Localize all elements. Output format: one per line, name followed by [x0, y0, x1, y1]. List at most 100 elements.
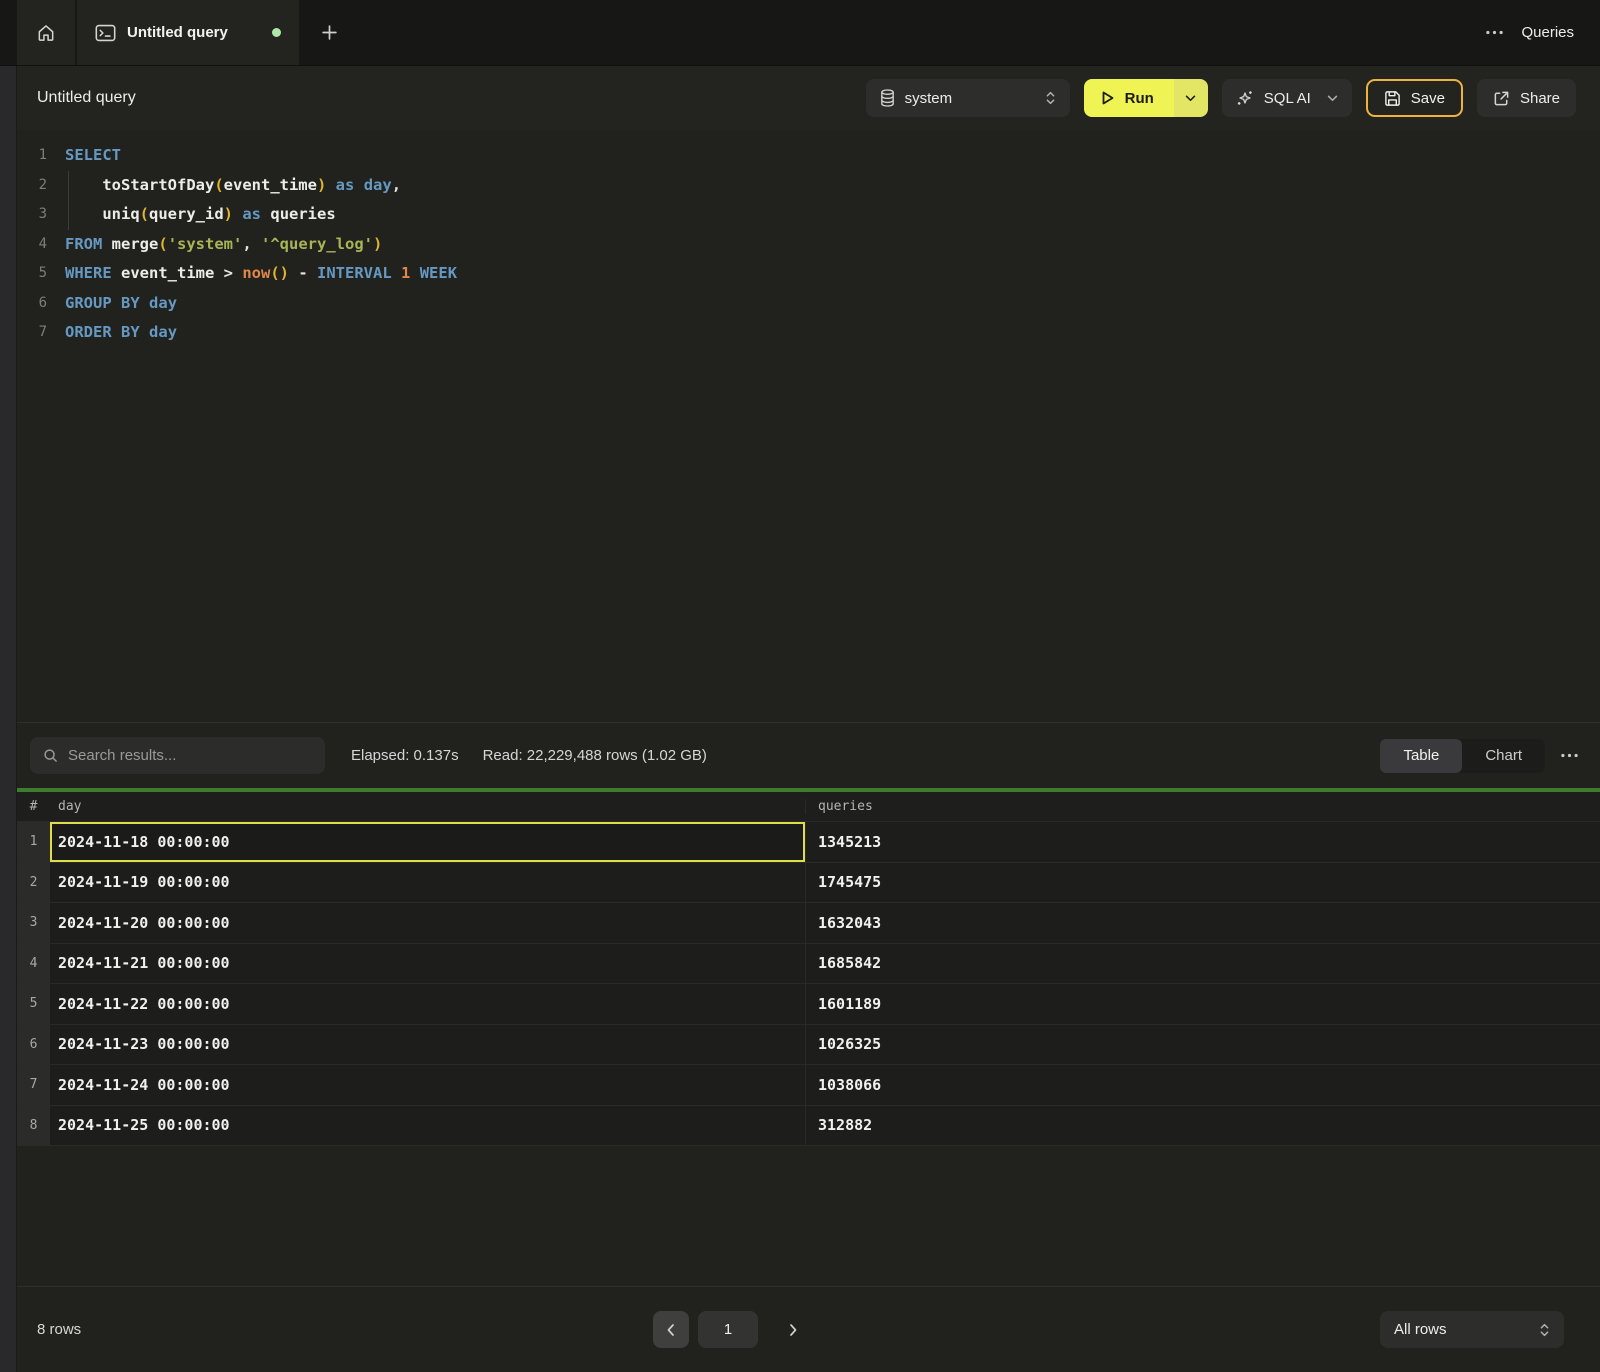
- code-line[interactable]: 3 uniq(query_id) as queries: [17, 200, 1600, 230]
- row-number-cell[interactable]: 7: [17, 1065, 50, 1105]
- ellipsis-icon: [1561, 753, 1578, 758]
- line-number: 5: [17, 259, 47, 289]
- code-line[interactable]: 7ORDER BY day: [17, 318, 1600, 348]
- home-button[interactable]: [17, 0, 75, 65]
- save-button-label: Save: [1411, 90, 1445, 107]
- share-button[interactable]: Share: [1477, 79, 1576, 117]
- code-text: uniq(query_id) as queries: [47, 200, 336, 230]
- day-cell[interactable]: 2024-11-25 00:00:00: [50, 1106, 806, 1146]
- day-cell[interactable]: 2024-11-23 00:00:00: [50, 1025, 806, 1065]
- table-row: 52024-11-22 00:00:001601189: [17, 984, 1600, 1025]
- column-header-queries[interactable]: queries: [806, 799, 1600, 814]
- share-button-label: Share: [1520, 90, 1560, 107]
- results-menu-button[interactable]: [1561, 753, 1578, 758]
- row-number-cell[interactable]: 8: [17, 1106, 50, 1146]
- left-rail: [0, 66, 17, 1372]
- day-cell[interactable]: 2024-11-21 00:00:00: [50, 944, 806, 984]
- results-empty-area: [17, 1146, 1600, 1286]
- home-icon: [36, 23, 56, 43]
- chevron-down-icon: [1185, 95, 1196, 102]
- day-cell[interactable]: 2024-11-19 00:00:00: [50, 863, 806, 903]
- queries-cell[interactable]: 1745475: [806, 863, 1600, 903]
- table-row: 22024-11-19 00:00:001745475: [17, 863, 1600, 904]
- table-row: 42024-11-21 00:00:001685842: [17, 944, 1600, 985]
- code-line[interactable]: 6GROUP BY day: [17, 289, 1600, 319]
- tab-untitled-query[interactable]: Untitled query: [77, 0, 299, 65]
- row-number-cell[interactable]: 2: [17, 863, 50, 903]
- window-menu-button[interactable]: [1486, 30, 1503, 35]
- row-number-header: #: [17, 799, 50, 814]
- code-line[interactable]: 5WHERE event_time > now() - INTERVAL 1 W…: [17, 259, 1600, 289]
- day-cell[interactable]: 2024-11-20 00:00:00: [50, 903, 806, 943]
- page-size-selector[interactable]: All rows: [1380, 1311, 1564, 1348]
- line-number: 1: [17, 141, 47, 171]
- code-line[interactable]: 1SELECT: [17, 141, 1600, 171]
- queries-link[interactable]: Queries: [1521, 24, 1574, 41]
- new-tab-button[interactable]: [299, 0, 359, 65]
- line-number: 4: [17, 230, 47, 260]
- code-text: SELECT: [47, 141, 121, 171]
- save-icon: [1384, 90, 1401, 107]
- code-text: FROM merge('system', '^query_log'): [47, 230, 382, 260]
- tab-bar: Untitled query Queries: [0, 0, 1600, 66]
- code-text: toStartOfDay(event_time) as day,: [47, 171, 401, 201]
- search-results-input[interactable]: [68, 747, 312, 764]
- row-number-cell[interactable]: 3: [17, 903, 50, 943]
- day-cell[interactable]: 2024-11-18 00:00:00: [50, 822, 806, 862]
- queries-cell[interactable]: 1601189: [806, 984, 1600, 1024]
- sql-ai-label: SQL AI: [1264, 90, 1311, 107]
- row-number-cell[interactable]: 4: [17, 944, 50, 984]
- chevron-left-icon: [667, 1324, 675, 1336]
- previous-page-button[interactable]: [653, 1311, 689, 1348]
- results-footer: 8 rows 1: [17, 1286, 1600, 1372]
- database-icon: [880, 89, 895, 107]
- results-table: # day queries 12024-11-18 00:00:00134521…: [17, 792, 1600, 1146]
- queries-cell[interactable]: 1026325: [806, 1025, 1600, 1065]
- day-cell[interactable]: 2024-11-24 00:00:00: [50, 1065, 806, 1105]
- database-selector-value: system: [905, 90, 953, 107]
- database-selector[interactable]: system: [866, 79, 1070, 117]
- sql-console-window: Untitled query Queries: [0, 0, 1600, 1372]
- main-panel: Untitled query system: [17, 66, 1600, 1372]
- view-tab-table[interactable]: Table: [1380, 739, 1462, 773]
- queries-cell[interactable]: 312882: [806, 1106, 1600, 1146]
- view-tab-chart[interactable]: Chart: [1462, 739, 1545, 773]
- search-icon: [43, 748, 58, 763]
- code-text: GROUP BY day: [47, 289, 177, 319]
- sql-editor[interactable]: 1SELECT2 toStartOfDay(event_time) as day…: [17, 130, 1600, 722]
- day-cell[interactable]: 2024-11-22 00:00:00: [50, 984, 806, 1024]
- code-line[interactable]: 4FROM merge('system', '^query_log'): [17, 230, 1600, 260]
- sql-ai-button[interactable]: SQL AI: [1222, 79, 1352, 117]
- table-header-row: # day queries: [17, 792, 1600, 822]
- queries-cell[interactable]: 1345213: [806, 822, 1600, 862]
- table-body: 12024-11-18 00:00:00134521322024-11-19 0…: [17, 822, 1600, 1146]
- plus-icon: [321, 24, 338, 41]
- elapsed-stat: Elapsed: 0.137s: [351, 747, 459, 764]
- search-results-box[interactable]: [30, 737, 325, 774]
- save-button[interactable]: Save: [1366, 79, 1463, 117]
- tab-bar-right: Queries: [1486, 0, 1600, 65]
- code-text: WHERE event_time > now() - INTERVAL 1 WE…: [47, 259, 457, 289]
- run-options-button[interactable]: [1174, 79, 1208, 117]
- run-button-label: Run: [1125, 90, 1154, 107]
- queries-cell[interactable]: 1685842: [806, 944, 1600, 984]
- row-count-label: 8 rows: [37, 1321, 81, 1338]
- line-number: 7: [17, 318, 47, 348]
- ellipsis-icon: [1486, 30, 1503, 35]
- column-header-day[interactable]: day: [50, 799, 806, 814]
- share-external-icon: [1493, 90, 1510, 107]
- view-toggle: Table Chart: [1380, 739, 1545, 773]
- line-number: 2: [17, 171, 47, 201]
- queries-cell[interactable]: 1038066: [806, 1065, 1600, 1105]
- run-button[interactable]: Run: [1084, 79, 1174, 117]
- code-line[interactable]: 2 toStartOfDay(event_time) as day,: [17, 171, 1600, 201]
- chevron-down-icon: [1327, 95, 1338, 102]
- terminal-icon: [95, 24, 116, 42]
- row-number-cell[interactable]: 5: [17, 984, 50, 1024]
- row-number-cell[interactable]: 6: [17, 1025, 50, 1065]
- current-page-button[interactable]: 1: [698, 1311, 758, 1348]
- next-page-button[interactable]: [775, 1311, 811, 1348]
- pagination: 1: [653, 1311, 811, 1348]
- queries-cell[interactable]: 1632043: [806, 903, 1600, 943]
- row-number-cell[interactable]: 1: [17, 822, 50, 862]
